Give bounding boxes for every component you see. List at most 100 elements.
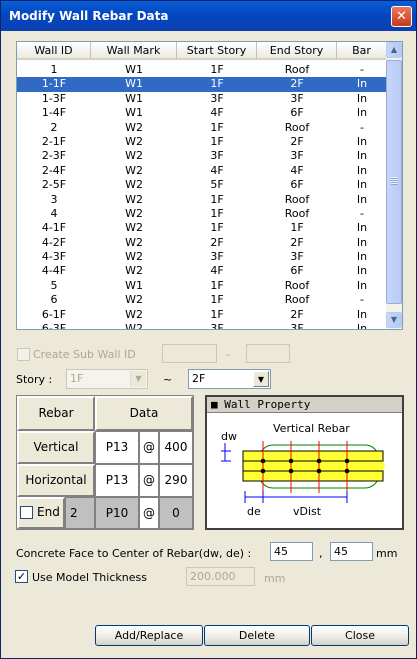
table-cell: 5F xyxy=(210,178,224,192)
create-sub-wall-label: Create Sub Wall ID xyxy=(33,348,136,361)
table-cell: 3F xyxy=(210,322,224,330)
vertical-rebar-label: Vertical Rebar xyxy=(273,422,350,435)
table-row[interactable]: 6-1F W2 1F 2F In xyxy=(17,308,387,322)
close-icon[interactable]: ✕ xyxy=(391,6,412,27)
concrete-face-unit: mm xyxy=(376,547,398,560)
table-cell: W2 xyxy=(125,120,143,134)
table-cell: 6F xyxy=(290,178,304,192)
table-row[interactable]: 2 W2 1F Roof - xyxy=(17,121,387,135)
table-cell: 3F xyxy=(290,322,304,330)
table-cell: W2 xyxy=(125,163,143,177)
table-row[interactable]: 1-3F W1 3F 3F In xyxy=(17,92,387,106)
scrollbar-thumb[interactable] xyxy=(386,60,402,304)
table-cell: 4F xyxy=(210,106,224,120)
horizontal-bar-cell[interactable]: P13 xyxy=(95,464,139,497)
table-cell: W2 xyxy=(125,149,143,163)
table-row[interactable]: 4 W2 1F Roof - xyxy=(17,207,387,221)
table-row[interactable]: 5 W1 1F Roof In xyxy=(17,279,387,293)
sub-wall-to-field[interactable] xyxy=(246,344,290,363)
table-cell: 2F xyxy=(290,134,304,148)
vertical-bar-cell[interactable]: P13 xyxy=(95,431,139,464)
scroll-down-icon[interactable]: ▼ xyxy=(386,312,402,328)
chevron-down-icon[interactable]: ▼ xyxy=(130,371,146,387)
table-cell: In xyxy=(356,250,368,264)
table-cell: W1 xyxy=(125,91,143,105)
table-row[interactable]: 2-4F W2 4F 4F In xyxy=(17,164,387,178)
de-input[interactable]: 45 xyxy=(330,542,373,561)
rebar-header: Rebar xyxy=(17,396,95,431)
table-cell: 2 xyxy=(50,120,58,134)
table-cell: 1F xyxy=(210,221,224,235)
table-row[interactable]: 6 W2 1F Roof - xyxy=(17,293,387,307)
thickness-input[interactable]: 200.000 xyxy=(186,567,255,586)
horizontal-spacing-cell[interactable]: 290 xyxy=(159,464,193,497)
scroll-up-icon[interactable]: ▲ xyxy=(386,42,402,58)
table-cell: 6 xyxy=(50,293,58,307)
table-row[interactable]: 1-1F W1 1F 2F In xyxy=(17,77,387,92)
comma-separator: , xyxy=(319,547,323,560)
sub-wall-from-field[interactable] xyxy=(162,344,217,363)
column-header-end-story[interactable]: End Story xyxy=(257,42,337,60)
table-cell: 4F xyxy=(210,264,224,278)
add-replace-button[interactable]: Add/Replace xyxy=(95,625,203,646)
table-cell: Roof xyxy=(284,120,310,134)
list-scrollbar[interactable]: ▲ ▼ xyxy=(386,42,402,329)
table-row[interactable]: 2-5F W2 5F 6F In xyxy=(17,178,387,192)
delete-button[interactable]: Delete xyxy=(204,625,310,646)
chevron-down-icon[interactable]: ▼ xyxy=(253,371,269,387)
horizontal-row-header: Horizontal xyxy=(17,464,95,497)
story-to-select[interactable]: 2F ▼ xyxy=(188,369,271,389)
title-bar[interactable]: Modify Wall Rebar Data ✕ xyxy=(1,1,416,31)
create-sub-wall-checkbox[interactable] xyxy=(17,348,30,361)
table-cell: W2 xyxy=(125,322,143,330)
table-cell: 1-4F xyxy=(41,106,67,120)
table-cell: W2 xyxy=(125,264,143,278)
table-row[interactable]: 4-2F W2 2F 2F In xyxy=(17,236,387,250)
table-row[interactable]: 6-3F W2 3F 3F In xyxy=(17,322,387,330)
vdist-label: vDist xyxy=(293,505,322,518)
wall-section-fill xyxy=(242,450,384,482)
table-row[interactable]: 4-4F W2 4F 6F In xyxy=(17,264,387,278)
column-header-wall-id[interactable]: Wall ID xyxy=(17,42,91,60)
column-header-bar[interactable]: Bar xyxy=(337,42,387,60)
dialog-window: Modify Wall Rebar Data ✕ Wall ID Wall Ma… xyxy=(0,0,417,659)
end-count-cell[interactable]: 2 xyxy=(65,497,95,529)
table-row[interactable]: 1-4F W1 4F 6F In xyxy=(17,106,387,120)
column-header-start-story[interactable]: Start Story xyxy=(177,42,257,60)
table-row[interactable]: 2-1F W2 1F 2F In xyxy=(17,135,387,149)
table-cell: In xyxy=(356,134,368,148)
table-cell: W2 xyxy=(125,206,143,220)
end-checkbox[interactable] xyxy=(20,506,33,519)
table-cell: Roof xyxy=(284,63,310,76)
close-button[interactable]: Close xyxy=(311,625,409,646)
end-bar-cell[interactable]: P10 xyxy=(95,497,139,529)
column-header-wall-mark[interactable]: Wall Mark xyxy=(91,42,177,60)
table-row[interactable]: 3 W2 1F Roof In xyxy=(17,193,387,207)
story-from-select[interactable]: 1F ▼ xyxy=(66,369,148,389)
wall-list[interactable]: Wall ID Wall Mark Start Story End Story … xyxy=(16,41,403,330)
table-row[interactable]: 4-3F W2 3F 3F In xyxy=(17,250,387,264)
use-model-thickness-checkbox[interactable]: ✓ xyxy=(15,570,28,583)
table-cell: 6-3F xyxy=(41,322,67,330)
end-row-header: End xyxy=(17,497,65,529)
table-cell: 6F xyxy=(290,106,304,120)
table-cell: W2 xyxy=(125,250,143,264)
table-row[interactable]: 4-1F W2 1F 1F In xyxy=(17,221,387,235)
dw-input[interactable]: 45 xyxy=(270,542,313,561)
table-cell: 3F xyxy=(290,149,304,163)
table-cell: In xyxy=(356,264,368,278)
table-cell: W2 xyxy=(125,221,143,235)
table-cell: W1 xyxy=(125,77,143,91)
table-cell: Roof xyxy=(284,206,310,220)
table-cell: W2 xyxy=(125,178,143,192)
table-row[interactable]: 1 W1 1F Roof - xyxy=(17,63,387,77)
end-spacing-cell[interactable]: 0 xyxy=(159,497,193,529)
vertical-spacing-cell[interactable]: 400 xyxy=(159,431,193,464)
table-cell: 4-4F xyxy=(41,264,67,278)
table-cell: 3F xyxy=(210,250,224,264)
sub-wall-dash: - xyxy=(226,348,230,361)
table-cell: 2-3F xyxy=(41,149,67,163)
table-row[interactable]: 2-3F W2 3F 3F In xyxy=(17,149,387,163)
table-cell: 5 xyxy=(50,278,58,292)
table-cell: 3F xyxy=(290,250,304,264)
